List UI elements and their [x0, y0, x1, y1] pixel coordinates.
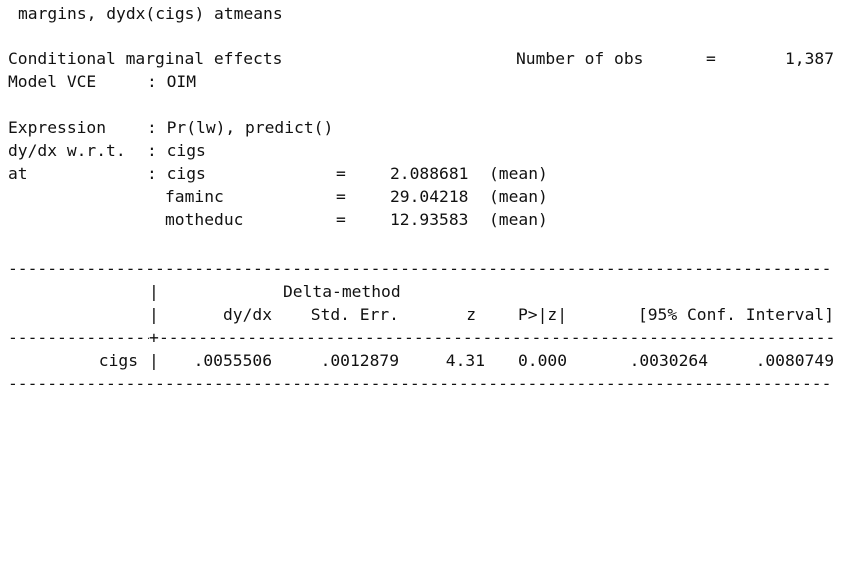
command-line: margins, dydx(cigs) atmeans: [18, 4, 283, 23]
expression-value: : Pr(lw), predict(): [147, 118, 334, 137]
cell-p: 0.000: [517, 351, 567, 370]
expression-label: Expression: [8, 118, 107, 137]
dydx-wrt-row: dy/dx w.r.t. : cigs: [8, 139, 834, 162]
cell-z: 4.31: [445, 351, 485, 370]
col-header-dydx: dy/dx: [222, 305, 272, 324]
table-header-row-1: | Delta-method: [8, 280, 834, 303]
cell-ci-high: .0080749: [755, 351, 834, 370]
nobs-value: 1,387: [784, 49, 834, 68]
table-pipe: |: [149, 305, 159, 324]
table-cross: +: [149, 328, 159, 347]
col-header-std-err: Std. Err.: [310, 305, 399, 324]
delta-method-label: Delta-method: [283, 282, 401, 301]
at-equals: =: [336, 210, 346, 229]
col-header-p: P>|z|: [517, 305, 567, 324]
at-equals: =: [336, 187, 346, 206]
table-bottom-rule: ----------------------------------------…: [8, 374, 834, 393]
at-equals: =: [336, 164, 346, 183]
table-mid-rule: ------------------------------ + -------…: [8, 328, 834, 347]
at-row: motheduc = 12.93583 (mean): [8, 208, 834, 231]
table-pipe: |: [149, 351, 159, 370]
vce-row: Model VCE : OIM: [8, 70, 834, 93]
at-var: faminc: [165, 187, 224, 206]
table-header-row-2: | dy/dx Std. Err. z P>|z| [95% Conf. Int…: [8, 303, 834, 326]
col-header-z: z: [466, 305, 476, 324]
expression-row: Expression : Pr(lw), predict(): [8, 116, 834, 139]
results-title: Conditional marginal effects: [8, 49, 283, 68]
cell-std-err: .0012879: [320, 351, 399, 370]
nobs-label: Number of obs: [516, 49, 644, 68]
at-row: at : cigs = 2.088681 (mean): [8, 162, 834, 185]
at-note: (mean): [489, 164, 548, 183]
table-pipe: |: [149, 282, 159, 301]
at-value: 2.088681: [390, 164, 469, 183]
dydx-wrt-label: dy/dx w.r.t.: [8, 141, 126, 160]
dydx-wrt-value: : cigs: [147, 141, 206, 160]
cell-ci-low: .0030264: [629, 351, 708, 370]
vce-label: Model VCE: [8, 72, 97, 91]
stata-results-window: margins, dydx(cigs) atmeans Conditional …: [0, 0, 860, 400]
at-var: : cigs: [147, 164, 206, 183]
at-row: faminc = 29.04218 (mean): [8, 185, 834, 208]
at-note: (mean): [489, 187, 548, 206]
vce-value: : OIM: [147, 72, 197, 91]
cell-dydx: .0055506: [193, 351, 272, 370]
at-value: 29.04218: [390, 187, 469, 206]
at-value: 12.93583: [390, 210, 469, 229]
col-header-conf-interval: [95% Conf. Interval]: [637, 305, 834, 324]
at-var: motheduc: [165, 210, 244, 229]
nobs-equals: =: [706, 49, 716, 68]
title-row: Conditional marginal effects Number of o…: [8, 47, 834, 70]
row-name: cigs: [98, 351, 138, 370]
at-label: at: [8, 164, 28, 183]
table-top-rule: ----------------------------------------…: [8, 259, 834, 278]
table-row: cigs | .0055506 .0012879 4.31 0.000 .003…: [8, 349, 834, 372]
at-note: (mean): [489, 210, 548, 229]
